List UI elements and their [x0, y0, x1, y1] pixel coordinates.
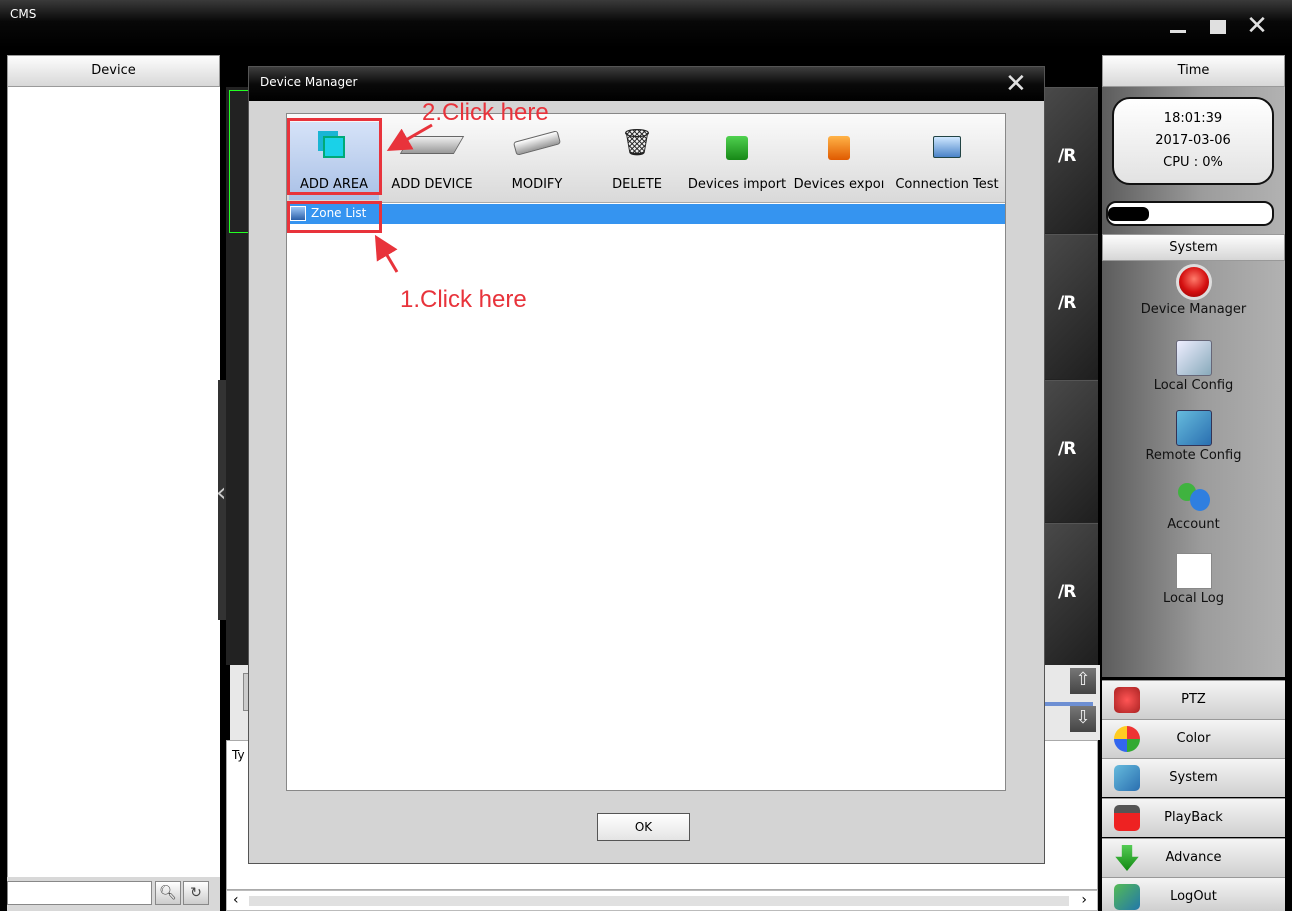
annotation-arrow-step2	[386, 123, 433, 151]
annotation-arrow-step1	[374, 234, 399, 273]
annotation-arrows	[374, 123, 433, 273]
